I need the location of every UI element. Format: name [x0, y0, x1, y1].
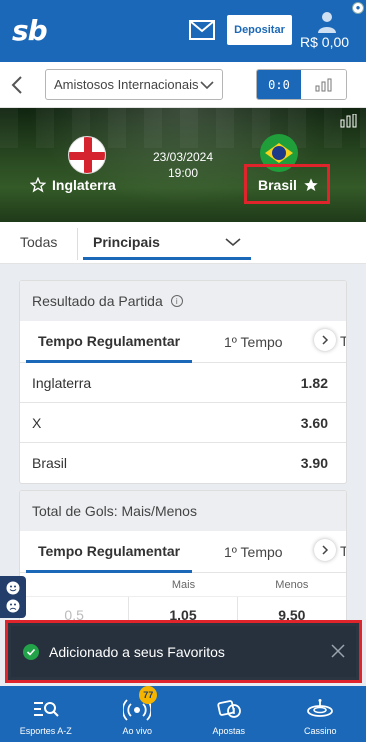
england-flag-icon: [68, 136, 106, 174]
stats-view-button[interactable]: [301, 70, 346, 99]
competition-select[interactable]: Amistosos Internacionais: [45, 69, 223, 100]
chevron-down-icon: [200, 80, 214, 89]
tab-divider: [77, 228, 78, 260]
result-market-title: Resultado da Partida: [32, 293, 163, 309]
odds-row[interactable]: Inglaterra 1.82: [20, 363, 346, 403]
account-balance[interactable]: R$ 0,00: [300, 34, 349, 50]
mail-icon[interactable]: [189, 20, 215, 40]
chevron-down-icon: [225, 238, 241, 247]
tab-principais[interactable]: Principais: [83, 227, 251, 260]
nav-label: Apostas: [212, 726, 246, 736]
user-icon[interactable]: [317, 11, 337, 33]
chevron-right-icon[interactable]: [314, 539, 336, 561]
tab-principais-label: Principais: [93, 234, 160, 250]
bets-icon: [214, 696, 244, 722]
nav-label: Ao vivo: [122, 726, 152, 736]
goals-market-card: Total de Gols: Mais/Menos Tempo Regulame…: [19, 490, 347, 630]
result-market-card: Resultado da Partida i Tempo Regulamenta…: [19, 280, 347, 484]
app-header: sb Depositar R$ 0,00 ●: [0, 0, 366, 62]
tab-truncated[interactable]: T: [340, 333, 346, 349]
sb-logo[interactable]: sb: [12, 14, 48, 47]
home-team[interactable]: Inglaterra: [30, 177, 116, 193]
odds-price[interactable]: 3.60: [301, 415, 328, 431]
tab-primeiro-tempo[interactable]: 1º Tempo: [224, 321, 283, 363]
favorite-toast: Adicionado a seus Favoritos: [5, 620, 362, 683]
sad-face-icon[interactable]: [6, 599, 20, 613]
selection-label: X: [32, 414, 42, 431]
tab-todas[interactable]: Todas: [20, 234, 57, 250]
tab-primeiro-tempo[interactable]: 1º Tempo: [224, 531, 283, 573]
match-date: 23/03/2024: [152, 150, 214, 164]
tab-tempo-regulamentar[interactable]: Tempo Regulamentar: [26, 321, 193, 363]
nav-label: Esportes A-Z: [19, 726, 72, 736]
selection-label: Inglaterra: [32, 374, 92, 391]
close-icon[interactable]: [330, 643, 346, 659]
market-tabs: Todas Principais: [0, 222, 366, 264]
casino-icon: [305, 696, 335, 722]
nav-esportes-az[interactable]: Esportes A-Z: [0, 686, 92, 742]
result-market-header[interactable]: Resultado da Partida i: [20, 281, 346, 321]
deposit-button[interactable]: Depositar: [227, 15, 292, 45]
result-period-tabs: Tempo Regulamentar 1º Tempo T: [20, 321, 346, 363]
goals-market-header[interactable]: Total de Gols: Mais/Menos: [20, 491, 346, 531]
under-column-label: Menos: [275, 578, 309, 591]
odds-price[interactable]: 1.82: [301, 375, 328, 391]
toast-message: Adicionado a seus Favoritos: [49, 643, 225, 660]
nav-cassino[interactable]: Cassino: [275, 686, 366, 742]
check-circle-icon: [23, 643, 39, 660]
match-time: 19:00: [167, 166, 199, 180]
happy-face-icon[interactable]: [6, 581, 20, 595]
scoreboard-view-button[interactable]: 0:0: [257, 70, 301, 99]
toast-body: Adicionado a seus Favoritos: [11, 626, 356, 677]
bar-chart-icon: [315, 78, 331, 91]
nav-ao-vivo[interactable]: 77 Ao vivo: [92, 686, 184, 742]
odds-row[interactable]: X 3.60: [20, 403, 346, 443]
bottom-navigation: Esportes A-Z 77 Ao vivo Apostas Cassino: [0, 686, 366, 742]
info-icon[interactable]: i: [170, 295, 183, 307]
tab-truncated[interactable]: T: [340, 543, 346, 559]
competition-bar: Amistosos Internacionais 0:0: [0, 62, 366, 108]
accessibility-icon[interactable]: ●: [352, 2, 364, 14]
chevron-right-icon[interactable]: [314, 329, 336, 351]
odds-price[interactable]: 3.90: [301, 455, 328, 471]
odds-row[interactable]: Brasil 3.90: [20, 443, 346, 483]
view-toggle: 0:0: [256, 69, 347, 100]
tab-tempo-regulamentar[interactable]: Tempo Regulamentar: [26, 531, 193, 573]
selection-label: Brasil: [32, 455, 68, 471]
goals-market-title: Total de Gols: Mais/Menos: [32, 503, 197, 519]
star-outline-icon[interactable]: [30, 177, 46, 193]
match-stats-icon[interactable]: [340, 114, 358, 128]
over-column-label: Mais: [171, 578, 196, 591]
home-team-name: Inglaterra: [52, 177, 116, 193]
back-arrow-icon[interactable]: [10, 74, 24, 96]
nav-apostas[interactable]: Apostas: [183, 686, 275, 742]
live-count-badge: 77: [139, 686, 158, 704]
competition-select-value: Amistosos Internacionais: [54, 77, 199, 92]
search-list-icon: [31, 696, 61, 722]
away-favorite-highlight: [244, 164, 330, 204]
stadium-background: [0, 108, 366, 148]
nav-label: Cassino: [303, 726, 337, 736]
over-under-header: Mais Menos: [20, 573, 346, 597]
feedback-tab[interactable]: [0, 576, 26, 618]
goals-period-tabs: Tempo Regulamentar 1º Tempo T: [20, 531, 346, 573]
